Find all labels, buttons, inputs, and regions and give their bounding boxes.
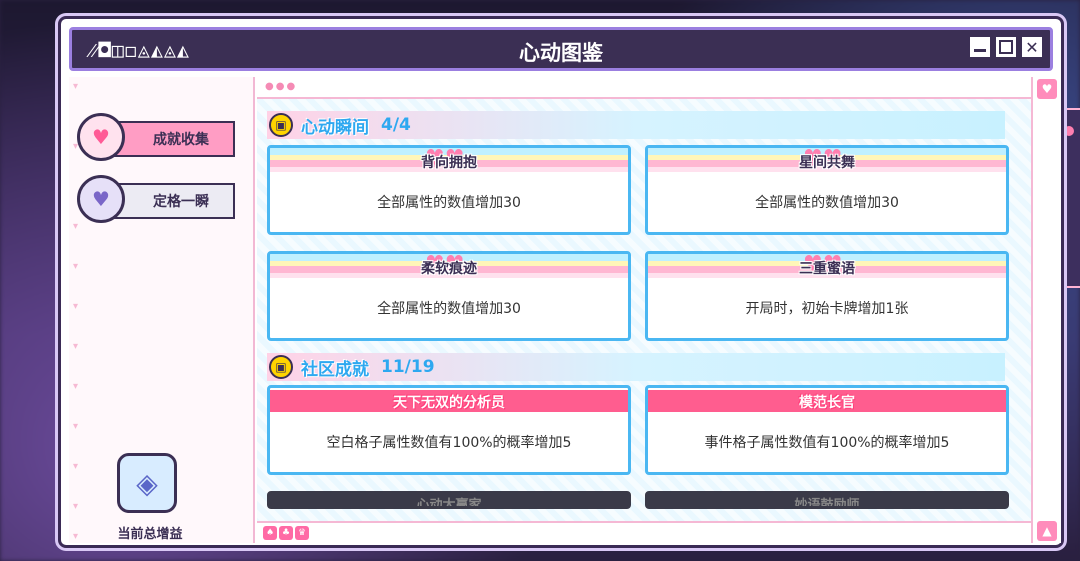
total-bonus-label: 当前总增益 (117, 527, 183, 542)
nav-achievements[interactable]: ♥ 成就收集 (77, 113, 235, 161)
content-top-bar: ●●● (257, 77, 1037, 99)
title-bar: ⁄⁄◘◫◻◬◭◬◭ 心动图鉴 ✕ (69, 27, 1053, 71)
card-title: 天下无双的分析员 (393, 395, 505, 411)
achievement-card[interactable]: ♥♥ 柔软痕迹 全部属性的数值增加30 (267, 251, 631, 341)
minimize-icon[interactable] (968, 35, 992, 59)
window-controls: ✕ (968, 35, 1044, 59)
achievement-card[interactable]: ♥♥ 背向拥抱 全部属性的数值增加30 (267, 145, 631, 235)
achievement-card[interactable]: 模范长官 事件格子属性数值有100%的概率增加5 (645, 385, 1009, 475)
card-title: 柔软痕迹 (421, 261, 477, 277)
icon-1: ♠ (263, 526, 277, 540)
card-title: 心动大赢家 (416, 498, 482, 509)
bottom-icons: ♠ ♣ ♛ (263, 526, 309, 540)
card-title: 背向拥抱 (421, 155, 477, 171)
card-description: 全部属性的数值增加30 (755, 195, 899, 211)
card-title: 星间共舞 (799, 155, 855, 171)
gem-icon[interactable]: ◈ (117, 453, 177, 513)
card-description: 全部属性的数值增加30 (377, 301, 521, 317)
card-description: 空白格子属性数值有100%的概率增加5 (326, 435, 572, 451)
nav-moments[interactable]: ♥ 定格一瞬 (77, 175, 235, 223)
achievement-card[interactable]: ♥♥ 三重蜜语 开局时，初始卡牌增加1张 (645, 251, 1009, 341)
window-title: 心动图鉴 (519, 41, 603, 65)
card-title: 模范长官 (799, 395, 855, 411)
card-description: 开局时，初始卡牌增加1张 (745, 301, 909, 317)
scrollbar[interactable]: ♥ ▲ (1031, 77, 1061, 543)
collection-window: ⁄⁄◘◫◻◬◭◬◭ 心动图鉴 ✕ ▾ ▾ ▾ ▾ ▾ ▾ ▾ ▾ ▾ ▾ ▾ ♥ 成就收集 ♥… (58, 16, 1064, 548)
section-count: 4/4 (381, 115, 411, 135)
achievement-list[interactable]: ●●● ▣ 心动瞬间 4/4 ♥♥ 背向拥抱 全部属性的数值增加30 ♥♥ 星间… (257, 77, 1037, 543)
side-dot-icon (1064, 126, 1074, 136)
dots-icon: ●●● (265, 81, 298, 92)
achievement-card[interactable]: 天下无双的分析员 空白格子属性数值有100%的概率增加5 (267, 385, 631, 475)
section-count: 11/19 (381, 357, 435, 377)
scroll-up-icon[interactable]: ♥ (1037, 79, 1057, 99)
achievement-card[interactable]: ♥♥ 星间共舞 全部属性的数值增加30 (645, 145, 1009, 235)
section-header: ▣ 社区成就 11/19 (267, 353, 1005, 381)
card-title: 妙语鼓励师 (794, 498, 860, 509)
left-nav-panel: ▾ ▾ ▾ ▾ ▾ ▾ ▾ ▾ ▾ ▾ ▾ ♥ 成就收集 ♥ 定格一瞬 ◈ 当前总增益 (69, 77, 255, 543)
heart-icon: ♥ (77, 175, 125, 223)
icon-3: ♛ (295, 526, 309, 540)
book-icon: ▣ (269, 113, 293, 137)
card-description: 事件格子属性数值有100%的概率增加5 (704, 435, 950, 451)
section-header: ▣ 心动瞬间 4/4 (267, 111, 1005, 139)
heart-icon: ♥ (77, 113, 125, 161)
nav-achievements-label: 成就收集 (113, 121, 235, 157)
close-icon[interactable]: ✕ (1020, 35, 1044, 59)
locked-achievement-card[interactable]: 妙语鼓励师 (645, 491, 1009, 509)
icon-2: ♣ (279, 526, 293, 540)
card-description: 全部属性的数值增加30 (377, 195, 521, 211)
nav-moments-label: 定格一瞬 (113, 183, 235, 219)
locked-achievement-card[interactable]: 心动大赢家 (267, 491, 631, 509)
section-title: 社区成就 (301, 359, 369, 380)
scroll-down-icon[interactable]: ▲ (1037, 521, 1057, 541)
book-icon: ▣ (269, 355, 293, 379)
maximize-icon[interactable] (994, 35, 1018, 59)
card-title: 三重蜜语 (799, 261, 855, 277)
section-title: 心动瞬间 (301, 117, 369, 138)
content-bottom-bar: ♠ ♣ ♛ (257, 521, 1037, 543)
